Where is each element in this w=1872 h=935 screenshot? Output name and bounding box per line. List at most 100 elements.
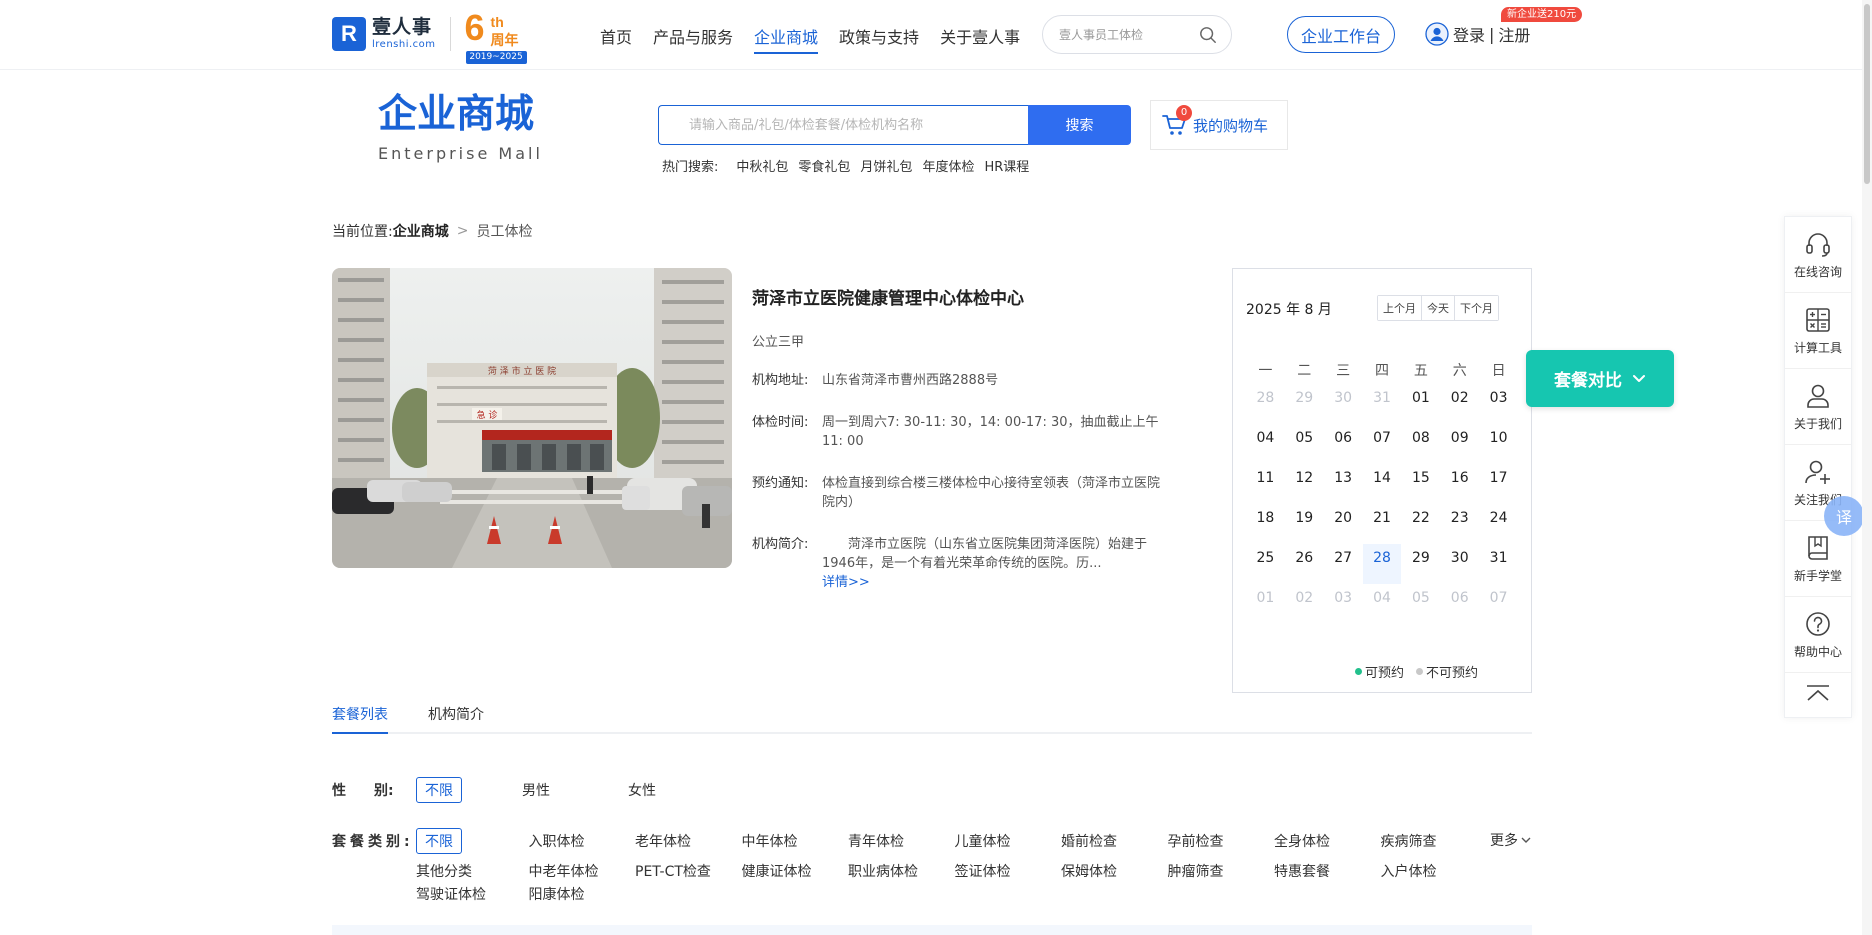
filter-chip-type[interactable]: 老年体检 <box>635 831 691 851</box>
nav-item-policy[interactable]: 政策与支持 <box>839 24 919 54</box>
filter-chip-type[interactable]: 入职体检 <box>529 831 585 851</box>
next-month-button[interactable]: 下个月 <box>1455 296 1498 320</box>
calendar-day[interactable]: 26 <box>1285 544 1324 584</box>
calendar-day[interactable]: 29 <box>1401 544 1440 584</box>
detail-link[interactable]: 详情>> <box>822 573 1167 592</box>
workbench-button[interactable]: 企业工作台 <box>1287 16 1395 53</box>
book-icon <box>1808 536 1828 560</box>
calendar-day[interactable]: 07 <box>1363 424 1402 464</box>
calendar-day[interactable]: 15 <box>1401 464 1440 504</box>
sidebar-label: 在线咨询 <box>1793 265 1842 279</box>
filter-chip-type[interactable]: 中老年体检 <box>529 861 599 881</box>
filter-chip-type[interactable]: 婚前检查 <box>1061 831 1117 851</box>
calendar-day-today[interactable]: 28 <box>1362 544 1402 584</box>
calendar-day[interactable]: 12 <box>1285 464 1324 504</box>
calendar-day[interactable]: 13 <box>1324 464 1363 504</box>
filter-chip-gender[interactable]: 男性 <box>522 780 550 800</box>
tab-institution-intro[interactable]: 机构简介 <box>428 704 484 732</box>
tab-package-list[interactable]: 套餐列表 <box>332 704 388 734</box>
calendar-day[interactable]: 22 <box>1401 504 1440 544</box>
calendar-day[interactable]: 14 <box>1363 464 1402 504</box>
filter-chip-type-any[interactable]: 不限 <box>416 828 462 854</box>
hot-search-item[interactable]: 月饼礼包 <box>860 156 912 175</box>
filter-chip-type[interactable]: 保姆体检 <box>1061 861 1117 881</box>
calendar-day[interactable]: 21 <box>1363 504 1402 544</box>
nav-item-mall[interactable]: 企业商城 <box>754 24 819 54</box>
available-dot-icon <box>1355 668 1362 675</box>
login-link[interactable]: 登录 <box>1453 22 1485 46</box>
filter-chip-type[interactable]: 中年体检 <box>742 831 798 851</box>
nav-item-about[interactable]: 关于壹人事 <box>940 24 1020 54</box>
calendar-day[interactable]: 27 <box>1324 544 1363 584</box>
translate-button[interactable]: 译 <box>1824 496 1864 536</box>
calendar-day[interactable]: 24 <box>1479 504 1518 544</box>
register-link[interactable]: 注册 <box>1498 22 1530 46</box>
prev-month-button[interactable]: 上个月 <box>1378 296 1422 320</box>
cart-button[interactable]: 我的购物车 <box>1150 100 1288 150</box>
filter-chip-type[interactable]: 入户体检 <box>1381 861 1437 881</box>
today-button[interactable]: 今天 <box>1422 296 1455 320</box>
filter-chip-type[interactable]: 驾驶证体检 <box>416 884 486 904</box>
calendar-day[interactable]: 05 <box>1285 424 1324 464</box>
filter-chip-type[interactable]: 健康证体检 <box>742 861 812 881</box>
hot-search-item[interactable]: 年度体检 <box>922 156 974 175</box>
filter-chip-type[interactable]: 阳康体检 <box>529 884 585 904</box>
sidebar-item-help[interactable]: 帮助中心 <box>1785 597 1851 673</box>
calculator-icon <box>1806 308 1830 332</box>
calendar-day[interactable]: 03 <box>1479 384 1518 424</box>
mall-search-button[interactable]: 搜索 <box>1028 105 1131 145</box>
calendar-day[interactable]: 10 <box>1479 424 1518 464</box>
calendar-day: 05 <box>1411 590 1430 606</box>
booking-calendar: 2025 年 8 月 上个月 今天 下个月 一 二 三 四 五 六 日 28 29… <box>1232 268 1532 693</box>
calendar-day[interactable]: 23 <box>1440 504 1479 544</box>
calendar-day[interactable]: 16 <box>1440 464 1479 504</box>
mall-search-input[interactable] <box>658 105 1028 145</box>
filter-chip-type[interactable]: 特惠套餐 <box>1274 861 1330 881</box>
filter-chip-type[interactable]: 签证体检 <box>955 861 1011 881</box>
calendar-day[interactable]: 17 <box>1479 464 1518 504</box>
sidebar-item-calculator[interactable]: 计算工具 <box>1785 293 1851 369</box>
calendar-day[interactable]: 01 <box>1401 384 1440 424</box>
back-to-top-button[interactable] <box>1785 673 1851 713</box>
nav-item-products[interactable]: 产品与服务 <box>653 24 733 54</box>
logo[interactable]: R 壹人事 lrenshi.com 6 th 周年 2019~2025 <box>332 7 527 64</box>
search-icon[interactable] <box>1199 26 1217 44</box>
top-search-input[interactable] <box>1059 27 1194 42</box>
filter-chip-type[interactable]: 全身体检 <box>1274 831 1330 851</box>
hot-search-item[interactable]: HR课程 <box>984 156 1029 175</box>
filter-chip-type[interactable]: 职业病体检 <box>848 861 918 881</box>
filter-chip-type[interactable]: 儿童体检 <box>955 831 1011 851</box>
hot-search-item[interactable]: 中秋礼包 <box>736 156 788 175</box>
hot-search-item[interactable]: 零食礼包 <box>798 156 850 175</box>
calendar-day[interactable]: 25 <box>1246 544 1285 584</box>
intro-label: 机构简介: <box>752 537 809 552</box>
calendar-day[interactable]: 09 <box>1440 424 1479 464</box>
filter-chip-type[interactable]: 其他分类 <box>416 861 472 881</box>
calendar-day[interactable]: 02 <box>1440 384 1479 424</box>
filter-chip-type[interactable]: 肿瘤筛查 <box>1168 861 1224 881</box>
calendar-day[interactable]: 08 <box>1401 424 1440 464</box>
calendar-day[interactable]: 06 <box>1324 424 1363 464</box>
filter-chip-type[interactable]: PET-CT检查 <box>635 861 711 881</box>
more-filters-button[interactable]: 更多 <box>1490 830 1532 850</box>
sidebar-item-about[interactable]: 关于我们 <box>1785 369 1851 445</box>
breadcrumb-mall-link[interactable]: 企业商城 <box>393 221 449 241</box>
filter-chip-type[interactable]: 疾病筛查 <box>1381 831 1437 851</box>
package-compare-button[interactable]: 套餐对比 <box>1526 350 1674 407</box>
page-scrollbar[interactable] <box>1862 0 1872 935</box>
filter-chip-type[interactable]: 青年体检 <box>848 831 904 851</box>
scrollbar-thumb[interactable] <box>1864 4 1870 184</box>
mall-title: 企业商城 <box>378 92 535 137</box>
nav-item-home[interactable]: 首页 <box>600 24 632 54</box>
filter-chip-gender-any[interactable]: 不限 <box>416 777 462 803</box>
calendar-day[interactable]: 30 <box>1440 544 1479 584</box>
filter-chip-gender[interactable]: 女性 <box>628 780 656 800</box>
sidebar-item-consult[interactable]: 在线咨询 <box>1785 217 1851 293</box>
calendar-day[interactable]: 11 <box>1246 464 1285 504</box>
calendar-day[interactable]: 19 <box>1285 504 1324 544</box>
filter-chip-type[interactable]: 孕前检查 <box>1168 831 1224 851</box>
calendar-day[interactable]: 04 <box>1246 424 1285 464</box>
calendar-day[interactable]: 20 <box>1324 504 1363 544</box>
calendar-day[interactable]: 31 <box>1479 544 1518 584</box>
calendar-day[interactable]: 18 <box>1246 504 1285 544</box>
